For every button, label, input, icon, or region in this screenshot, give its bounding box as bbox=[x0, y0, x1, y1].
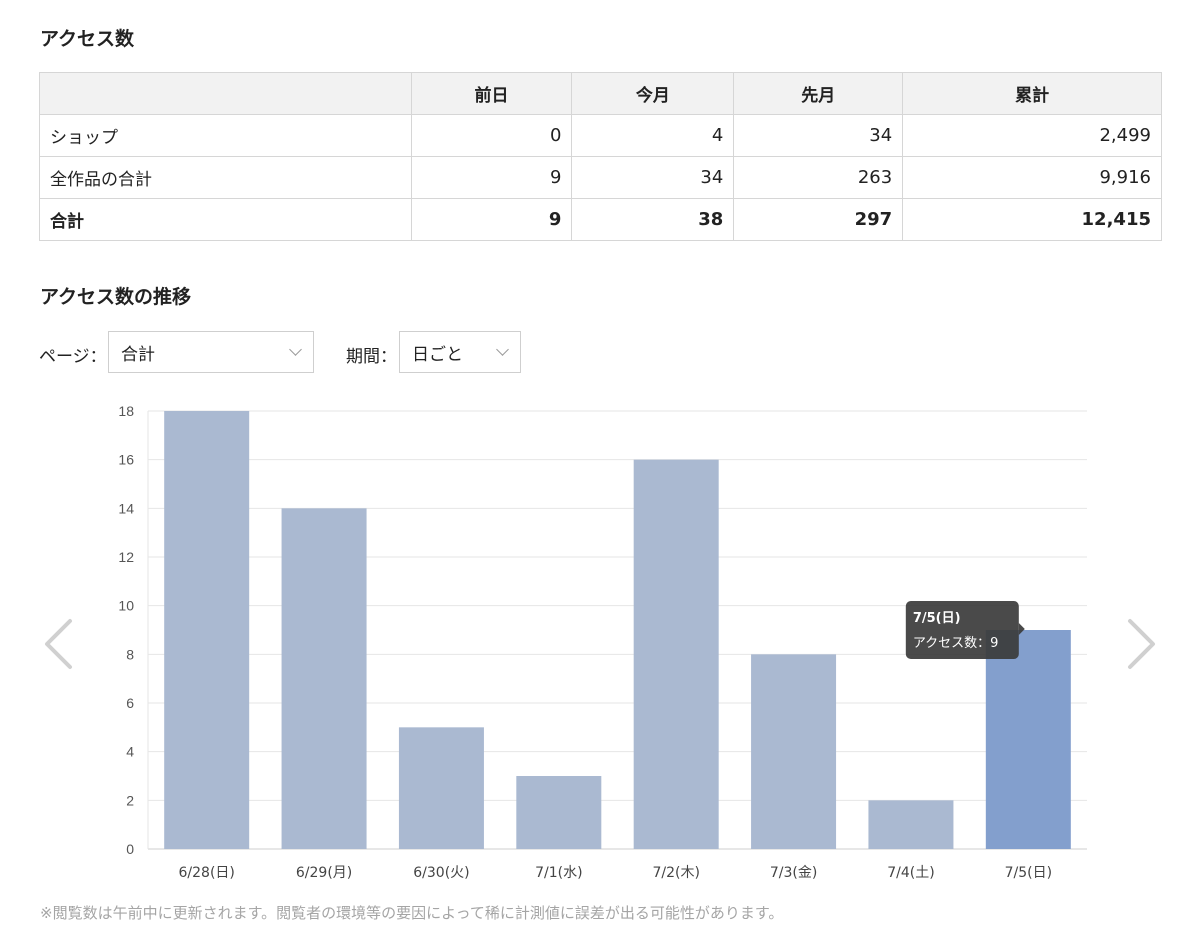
row-label: 全作品の合計 bbox=[39, 156, 412, 199]
cell-value: 34 bbox=[571, 156, 735, 199]
total-label: 合計 bbox=[39, 198, 412, 241]
cell-value: 34 bbox=[733, 114, 904, 157]
table-header-row: 前日 今月 先月 累計 bbox=[39, 72, 1162, 115]
total-value: 297 bbox=[733, 198, 904, 241]
access-count-title: アクセス数 bbox=[40, 28, 135, 50]
x-tick-label: 7/1(水) bbox=[535, 865, 582, 881]
table-row: 全作品の合計 9 34 263 9,916 bbox=[39, 156, 1162, 199]
bar bbox=[985, 630, 1071, 849]
access-trend-chart: 0 2 4 6 8 10 12 14 16 18 6/28(日) 6/29(月) 6/30(火) 7/1(… bbox=[118, 403, 1087, 881]
column-header-previous-day: 前日 bbox=[410, 72, 573, 115]
page-filter-label: ページ： bbox=[39, 347, 107, 367]
bar bbox=[868, 800, 954, 849]
total-value: 12,415 bbox=[902, 198, 1162, 241]
bar bbox=[516, 776, 602, 849]
period-select[interactable]: 日ごと bbox=[399, 331, 521, 373]
y-tick-label: 16 bbox=[118, 452, 134, 468]
update-note: ※閲覧数は午前中に更新されます。閲覧者の環境等の要因によって稀に計測値に誤差が出… bbox=[40, 904, 784, 922]
tooltip-title: 7/5(日) bbox=[913, 611, 961, 626]
bar bbox=[751, 654, 837, 849]
x-tick-label: 7/4(土) bbox=[887, 865, 934, 881]
cell-value: 263 bbox=[733, 156, 904, 199]
table-total-row: 合計 9 38 297 12,415 bbox=[39, 198, 1162, 241]
x-tick-label: 6/29(月) bbox=[296, 865, 352, 881]
x-tick-label: 7/3(金) bbox=[770, 865, 817, 881]
y-tick-label: 12 bbox=[118, 549, 134, 565]
y-tick-label: 4 bbox=[126, 744, 134, 760]
bar bbox=[398, 727, 484, 849]
period-select-value: 日ごと bbox=[412, 344, 463, 365]
y-tick-label: 6 bbox=[126, 695, 134, 711]
access-stats-table: 前日 今月 先月 累計 ショップ 0 4 34 2,499 全作品の合計 9 3… bbox=[39, 72, 1162, 241]
total-value: 9 bbox=[410, 198, 573, 241]
access-trend-title: アクセス数の推移 bbox=[40, 286, 192, 308]
cell-value: 9,916 bbox=[902, 156, 1162, 199]
bar bbox=[164, 411, 250, 849]
y-tick-label: 2 bbox=[126, 792, 134, 808]
chevron-down-icon bbox=[289, 346, 301, 358]
period-filter-label: 期間： bbox=[346, 347, 397, 367]
page-select[interactable]: 合計 bbox=[108, 331, 314, 373]
column-header bbox=[39, 72, 412, 115]
x-tick-label: 7/5(日) bbox=[1005, 865, 1052, 881]
tooltip-label: アクセス数：9 bbox=[913, 636, 999, 651]
x-tick-label: 6/28(日) bbox=[179, 865, 235, 881]
y-tick-label: 10 bbox=[118, 598, 134, 614]
x-tick-label: 7/2(木) bbox=[652, 865, 699, 881]
y-tick-label: 8 bbox=[126, 646, 134, 662]
bar bbox=[633, 459, 719, 849]
cell-value: 4 bbox=[571, 114, 735, 157]
chevron-down-icon bbox=[496, 346, 508, 358]
column-header-this-month: 今月 bbox=[571, 72, 735, 115]
cell-value: 9 bbox=[410, 156, 573, 199]
column-header-last-month: 先月 bbox=[733, 72, 904, 115]
total-value: 38 bbox=[571, 198, 735, 241]
row-label: ショップ bbox=[39, 114, 412, 157]
y-tick-label: 0 bbox=[126, 841, 134, 857]
x-tick-label: 6/30(火) bbox=[413, 865, 469, 881]
cell-value: 0 bbox=[410, 114, 573, 157]
cell-value: 2,499 bbox=[902, 114, 1162, 157]
table-row: ショップ 0 4 34 2,499 bbox=[39, 114, 1162, 157]
y-tick-label: 14 bbox=[118, 500, 134, 516]
page-select-value: 合計 bbox=[121, 344, 155, 365]
column-header-cumulative: 累計 bbox=[902, 72, 1162, 115]
y-tick-label: 18 bbox=[118, 403, 134, 419]
bar bbox=[281, 508, 367, 849]
